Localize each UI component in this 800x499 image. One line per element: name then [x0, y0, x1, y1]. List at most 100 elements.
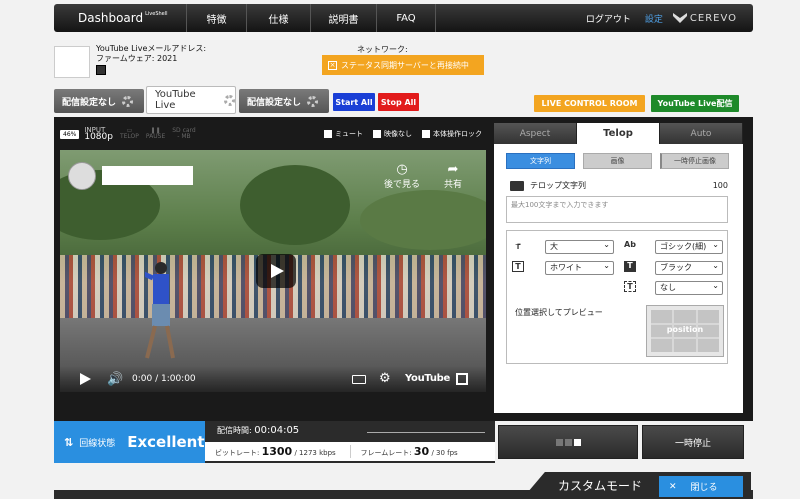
- checkbox-icon[interactable]: [373, 130, 381, 138]
- start-all-button[interactable]: Start All: [333, 93, 375, 111]
- position-cell[interactable]: [674, 339, 696, 352]
- top-nav: Dashboard LiveShell 特徴 仕様 説明書 FAQ ログアウト 設…: [54, 4, 753, 32]
- settings-panel: Aspect Telop Auto 文字列 画像 一時停止画像 テロップ文字列 …: [494, 123, 743, 413]
- connection-status: ⇅ 回線状態 Excellent: [54, 421, 205, 463]
- bitrate-label: ビットレート:: [215, 449, 260, 457]
- sd-card-size: - MB: [177, 133, 191, 140]
- email-label: YouTube Liveメールアドレス:: [96, 44, 207, 53]
- scene-dot-active[interactable]: [573, 438, 581, 446]
- gear-icon[interactable]: [122, 95, 134, 107]
- nav-manual[interactable]: 説明書: [310, 4, 376, 32]
- duration-label: 配信時間:: [217, 426, 252, 435]
- checkbox-icon[interactable]: [422, 130, 430, 138]
- pause-button[interactable]: 一時停止: [642, 425, 744, 459]
- tab-auto[interactable]: Auto: [660, 123, 743, 144]
- scene-performer: [145, 262, 175, 359]
- brand-logo[interactable]: Dashboard LiveShell: [54, 4, 186, 32]
- cerevo-logo: CEREVO: [672, 13, 737, 24]
- stream-tab-1[interactable]: 配信設定なし: [54, 89, 144, 113]
- connection-value: Excellent: [127, 433, 205, 451]
- font-family-select[interactable]: ゴシック(細): [655, 239, 723, 254]
- watch-later-button[interactable]: ◷ 後で見る: [382, 162, 422, 190]
- no-video-label: 映像なし: [384, 130, 412, 138]
- device-lock-checkbox[interactable]: 本体操作ロック: [422, 129, 482, 139]
- position-cell[interactable]: [697, 310, 719, 323]
- video-preview[interactable]: ◷ 後で見る ➦ 共有 🔊 0:00 / 1:00:00 ⚙ YouTube: [60, 150, 486, 392]
- device-thumbnail: [54, 46, 90, 78]
- border-select[interactable]: なし: [655, 280, 723, 295]
- position-cell[interactable]: [651, 310, 673, 323]
- pause-icon: ❚❚ PAUSE: [145, 127, 166, 140]
- network-status-text: ステータス同期サーバーと再接続中: [341, 60, 469, 70]
- tab-telop[interactable]: Telop: [577, 123, 660, 144]
- border-icon: T: [624, 281, 636, 292]
- text-color-select[interactable]: ホワイト: [545, 260, 614, 275]
- bitrate-total: / 1273 kbps: [294, 449, 336, 457]
- external-link-icon[interactable]: [96, 65, 106, 75]
- mute-checkbox[interactable]: ミュート: [324, 129, 363, 139]
- settings-gear-icon[interactable]: ⚙: [379, 371, 391, 386]
- subtab-image[interactable]: 画像: [583, 153, 652, 169]
- font-size-select[interactable]: 大: [545, 239, 614, 254]
- tab-aspect[interactable]: Aspect: [494, 123, 577, 144]
- nav-features[interactable]: 特徴: [186, 4, 246, 32]
- telop-icon-label: TELOP: [119, 133, 139, 140]
- live-control-room-button[interactable]: LIVE CONTROL ROOM: [534, 95, 645, 112]
- input-indicator: INPUT 1080p: [84, 127, 113, 142]
- stream-tab-2[interactable]: YouTube Live: [146, 86, 236, 114]
- position-cell[interactable]: [674, 310, 696, 323]
- gear-icon[interactable]: [307, 95, 319, 107]
- captions-icon[interactable]: [352, 375, 366, 384]
- position-cell[interactable]: [697, 339, 719, 352]
- close-button[interactable]: ✕ 閉じる: [659, 476, 743, 497]
- subtab-pause-image[interactable]: 一時停止画像: [660, 153, 729, 169]
- clock-icon: ◷: [396, 162, 408, 177]
- stream-tab-3[interactable]: 配信設定なし: [239, 89, 329, 113]
- sd-card-icon: SD card - MB: [172, 128, 195, 140]
- logout-link[interactable]: ログアウト: [586, 12, 631, 25]
- nav-faq[interactable]: FAQ: [376, 4, 436, 32]
- battery-badge: 46%: [60, 129, 80, 139]
- subtab-text[interactable]: 文字列: [506, 153, 575, 169]
- position-selector[interactable]: position: [646, 305, 724, 357]
- mute-label: ミュート: [335, 130, 363, 138]
- share-label: 共有: [443, 180, 462, 190]
- cerevo-mark-icon: [672, 13, 687, 23]
- duration-value: 00:04:05: [254, 425, 300, 436]
- gear-icon[interactable]: [224, 94, 235, 106]
- connection-label: 回線状態: [79, 438, 116, 449]
- play-icon[interactable]: [256, 254, 296, 288]
- scene-tree: [360, 190, 486, 250]
- telop-input[interactable]: 最大100文字まで入力できます: [506, 196, 728, 223]
- background-color-icon: T: [624, 261, 636, 272]
- settings-link[interactable]: 設定: [645, 12, 663, 25]
- stop-all-button[interactable]: Stop All: [378, 93, 419, 111]
- nav-specs[interactable]: 仕様: [246, 4, 310, 32]
- background-color-select[interactable]: ブラック: [655, 260, 723, 275]
- youtube-logo[interactable]: YouTube: [405, 373, 450, 384]
- device-status-bar: 46% INPUT 1080p ▭ TELOP ❚❚ PAUSE SD card - …: [60, 124, 486, 144]
- framerate-label: フレームレート:: [360, 449, 412, 457]
- brand-title: Dashboard: [78, 11, 144, 25]
- share-button[interactable]: ➦ 共有: [438, 162, 468, 190]
- channel-avatar[interactable]: [68, 162, 96, 190]
- scene-dot[interactable]: [564, 438, 572, 446]
- no-video-checkbox[interactable]: 映像なし: [373, 129, 412, 139]
- position-label: 位置選択してプレビュー: [515, 308, 603, 317]
- video-time: 0:00 / 1:00:00: [132, 374, 196, 384]
- position-text: position: [666, 325, 704, 334]
- youtube-live-button[interactable]: YouTube Live配信: [651, 95, 739, 112]
- scene-switcher[interactable]: [498, 425, 638, 459]
- bitrate-value: 1300: [261, 445, 293, 458]
- close-x-icon: ✕: [669, 481, 677, 492]
- fullscreen-icon[interactable]: [456, 373, 468, 385]
- position-cell[interactable]: [651, 339, 673, 352]
- stream-stats: 配信時間: 00:04:05 ビットレート: 1300 / 1273 kbps …: [205, 421, 495, 463]
- scene-dot[interactable]: [555, 438, 563, 446]
- network-label: ネットワーク:: [357, 45, 408, 54]
- checkbox-icon[interactable]: [324, 130, 332, 138]
- brand-sub: LiveShell: [145, 11, 168, 17]
- pause-icon-label: PAUSE: [145, 133, 166, 140]
- volume-icon[interactable]: 🔊: [107, 372, 123, 387]
- play-button[interactable]: [80, 373, 91, 385]
